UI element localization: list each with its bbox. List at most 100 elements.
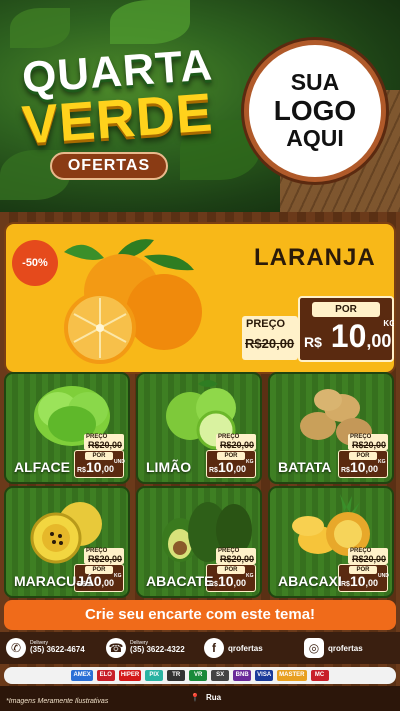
product-card[interactable]: PREÇO R$20,00 POR R$10,00UND ABACAXI	[268, 486, 394, 598]
new-price-value: R$10,00UND	[77, 459, 125, 475]
price-cents: ,00	[365, 578, 379, 588]
price-cents: ,00	[101, 578, 115, 588]
contact-bar: ✆ Delivery (35) 3622-4674 ☎ Delivery (35…	[0, 632, 400, 664]
price-integer: 10	[349, 459, 366, 475]
old-price-tag: PREÇO R$20,00	[84, 434, 124, 450]
product-name: BATATA	[278, 459, 332, 475]
whatsapp-contact[interactable]: ✆ Delivery (35) 3622-4674	[6, 636, 85, 660]
price-currency: R$	[341, 581, 350, 588]
facebook-contact[interactable]: f qrofertas	[204, 636, 263, 660]
footer: *Imagens Meramente Ilustrativas 📍 Rua	[0, 686, 400, 711]
old-price-tag: PREÇO R$20,00	[348, 548, 388, 564]
price-currency: R$	[209, 467, 218, 474]
new-price-value: R$10,00KG	[209, 573, 254, 589]
price-currency: R$	[304, 334, 322, 350]
old-price-tag: PREÇO R$20,00	[216, 434, 256, 450]
new-price-box: POR R$10,00KG	[206, 564, 256, 592]
price-integer: 10	[217, 459, 234, 475]
old-price-label: PREÇO	[246, 318, 286, 330]
featured-product-card[interactable]: -50% LARANJA PREÇO R$20,00 POR R$ 10,00	[4, 222, 396, 374]
facebook-handle: qrofertas	[228, 643, 263, 653]
payment-badge: TR	[167, 670, 186, 681]
product-card[interactable]: PREÇO R$20,00 POR R$10,00KG ABACATE	[136, 486, 262, 598]
payment-badge: VISA	[255, 670, 274, 681]
location-pin-icon: 📍	[190, 693, 200, 702]
price-integer: 10	[85, 459, 102, 475]
whatsapp-number: (35) 3622-4674	[30, 645, 85, 655]
product-name: ABACATE	[146, 573, 214, 589]
price-unit: UND	[378, 573, 389, 579]
old-price-tag: PREÇO R$20,00	[216, 548, 256, 564]
new-price-value: R$10,00KG	[341, 459, 386, 475]
payment-badge: AMEX	[71, 670, 93, 681]
facebook-icon: f	[204, 638, 224, 658]
new-price-box: POR R$10,00UND	[74, 450, 125, 478]
new-price-label: POR	[312, 302, 380, 317]
price-unit: KG	[114, 573, 122, 579]
new-price-box: POR R$10,00KG	[206, 450, 256, 478]
new-price-box: POR R$10,00UND	[338, 564, 389, 592]
new-price-value: R$ 10,00 KG	[304, 318, 394, 354]
price-currency: R$	[341, 467, 350, 474]
phone-icon: ☎	[106, 638, 126, 658]
old-price-value: R$20,00	[352, 440, 387, 450]
old-price-tag: PREÇO R$20,00	[348, 434, 388, 450]
price-unit: KG	[246, 459, 254, 465]
product-card[interactable]: PREÇO R$20,00 POR R$10,00KG BATATA	[268, 372, 394, 484]
price-unit: UND	[114, 459, 125, 465]
old-price-tag: PREÇO R$20,00	[242, 316, 298, 360]
instagram-handle: qrofertas	[328, 643, 363, 653]
price-unit: KG	[246, 573, 254, 579]
phone-number: (35) 3622-4322	[130, 645, 185, 655]
leaf-decoration	[10, 8, 70, 48]
address[interactable]: 📍 Rua	[190, 693, 221, 702]
payment-badge: HIPER	[118, 670, 142, 681]
payment-badge: ELO	[96, 670, 115, 681]
disclaimer-text: *Imagens Meramente Ilustrativas	[6, 698, 109, 705]
header-banner: QUARTA VERDE OFERTAS SUA LOGO AQUI	[0, 0, 400, 212]
product-card[interactable]: PREÇO R$20,00 POR R$10,00KG MARACUJÁ	[4, 486, 130, 598]
price-integer: 10	[349, 573, 366, 589]
payment-badge: MASTER	[277, 670, 307, 681]
orange-image	[64, 239, 202, 364]
product-card[interactable]: PREÇO R$20,00 POR R$10,00UND ALFACE	[4, 372, 130, 484]
payment-methods: AMEX ELO HIPER PIX TR VR SX BNB VISA MASTER MC	[4, 667, 396, 684]
payment-badge: MC	[310, 670, 329, 681]
old-price-value: R$20,00	[245, 336, 295, 351]
offers-board: -50% LARANJA PREÇO R$20,00 POR R$ 10,00	[0, 212, 400, 711]
price-cents: ,00	[101, 464, 115, 474]
price-unit: KG	[383, 319, 396, 328]
old-price-tag: PREÇO R$20,00	[84, 548, 124, 564]
new-price-value: R$10,00UND	[341, 573, 389, 589]
price-unit: KG	[378, 459, 386, 465]
price-integer: 10	[217, 573, 234, 589]
product-name: ABACAXI	[278, 573, 342, 589]
price-integer: 10	[330, 318, 367, 354]
price-cents: ,00	[233, 464, 247, 474]
old-price-value: R$20,00	[220, 440, 255, 450]
product-card[interactable]: PREÇO R$20,00 POR R$10,00KG LIMÃO	[136, 372, 262, 484]
payment-badge: BNB	[233, 670, 252, 681]
new-price-value: R$10,00KG	[209, 459, 254, 475]
title-verde: VERDE	[20, 82, 215, 156]
featured-product-name: LARANJA	[254, 244, 376, 271]
payment-badge: VR	[189, 670, 208, 681]
product-name: ALFACE	[14, 459, 70, 475]
cta-button[interactable]: Crie seu encarte com este tema!	[4, 600, 396, 630]
new-price-box: POR R$ 10,00 KG	[298, 296, 394, 362]
old-price-value: R$20,00	[220, 554, 255, 564]
price-currency: R$	[77, 467, 86, 474]
logo-text-line3: AQUI	[286, 125, 344, 152]
product-name: LIMÃO	[146, 459, 192, 475]
logo-text-line2: LOGO	[273, 94, 357, 126]
instagram-contact[interactable]: ◎ qrofertas	[304, 636, 363, 660]
leaf-decoration	[110, 0, 190, 44]
price-cents: ,00	[366, 331, 392, 351]
product-name: MARACUJÁ	[14, 573, 95, 589]
logo-placeholder[interactable]: SUA LOGO AQUI	[244, 40, 386, 182]
phone-contact[interactable]: ☎ Delivery (35) 3622-4322	[106, 636, 185, 660]
whatsapp-icon: ✆	[6, 638, 26, 658]
logo-text-line1: SUA	[290, 69, 340, 96]
old-price-value: R$20,00	[352, 554, 387, 564]
price-cents: ,00	[233, 578, 247, 588]
